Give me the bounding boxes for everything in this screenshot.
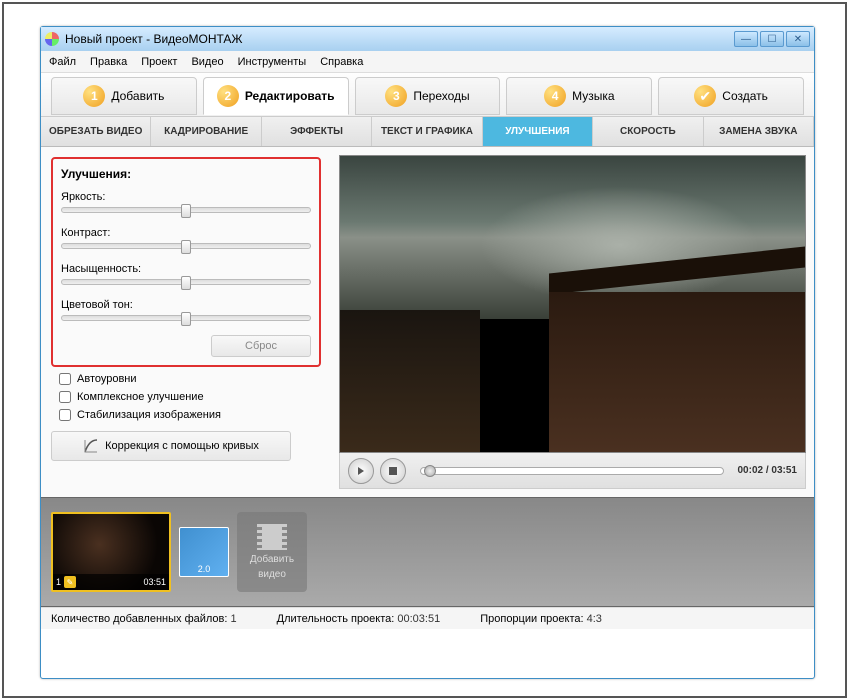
seek-thumb[interactable] <box>424 465 436 477</box>
slider-thumb[interactable] <box>181 312 191 326</box>
player-controls: 00:02 / 03:51 <box>339 453 806 489</box>
menu-video[interactable]: Видео <box>191 56 223 68</box>
add-video-button[interactable]: Добавить видео <box>237 512 307 592</box>
brightness-label: Яркость: <box>61 191 311 203</box>
menu-file[interactable]: Файл <box>49 56 76 68</box>
brightness-slider[interactable] <box>61 207 311 213</box>
autolevels-checkbox[interactable]: Автоуровни <box>51 373 321 385</box>
video-preview[interactable] <box>339 155 806 453</box>
subtab-speed[interactable]: СКОРОСТЬ <box>593 117 703 146</box>
subtab-crop[interactable]: ОБРЕЗАТЬ ВИДЕО <box>41 117 151 146</box>
window-title: Новый проект - ВидеоМОНТАЖ <box>65 32 243 46</box>
play-icon <box>356 466 366 476</box>
saturation-slider[interactable] <box>61 279 311 285</box>
step-transitions[interactable]: 3Переходы <box>355 77 501 115</box>
film-icon <box>257 524 287 550</box>
close-button[interactable]: ✕ <box>786 31 810 47</box>
menubar: Файл Правка Проект Видео Инструменты Спр… <box>41 51 814 73</box>
seek-bar[interactable] <box>420 467 724 475</box>
step-edit[interactable]: 2Редактировать <box>203 77 349 115</box>
curves-button[interactable]: Коррекция с помощью кривых <box>51 431 291 461</box>
subtab-text[interactable]: ТЕКСТ И ГРАФИКА <box>372 117 482 146</box>
subtab-frame[interactable]: КАДРИРОВАНИЕ <box>151 117 261 146</box>
step-music[interactable]: 4Музыка <box>506 77 652 115</box>
saturation-label: Насыщенность: <box>61 263 311 275</box>
timeline-clip[interactable]: 1 ✎ 03:51 <box>51 512 171 592</box>
contrast-slider[interactable] <box>61 243 311 249</box>
transition-tile[interactable]: 2.0 <box>179 527 229 577</box>
preview-area: 00:02 / 03:51 <box>331 147 814 497</box>
enhancement-panel: Улучшения: Яркость: Контраст: Насыщеннос… <box>41 147 331 497</box>
app-window: Новый проект - ВидеоМОНТАЖ — ☐ ✕ Файл Пр… <box>40 26 815 679</box>
menu-tools[interactable]: Инструменты <box>238 56 307 68</box>
menu-edit[interactable]: Правка <box>90 56 127 68</box>
maximize-button[interactable]: ☐ <box>760 31 784 47</box>
stop-icon <box>389 467 397 475</box>
stop-button[interactable] <box>380 458 406 484</box>
app-icon <box>45 32 59 46</box>
play-button[interactable] <box>348 458 374 484</box>
slider-thumb[interactable] <box>181 204 191 218</box>
step-add[interactable]: 1Добавить <box>51 77 197 115</box>
step-create[interactable]: ✔Создать <box>658 77 804 115</box>
timecode: 00:02 / 03:51 <box>738 465 798 476</box>
stabilization-checkbox[interactable]: Стабилизация изображения <box>51 409 321 421</box>
curves-icon <box>83 438 99 454</box>
subtab-audio[interactable]: ЗАМЕНА ЗВУКА <box>704 117 814 146</box>
slider-thumb[interactable] <box>181 276 191 290</box>
statusbar: Количество добавленных файлов: 1 Длитель… <box>41 607 814 629</box>
pencil-icon: ✎ <box>64 576 76 588</box>
hue-label: Цветовой тон: <box>61 299 311 311</box>
menu-help[interactable]: Справка <box>320 56 363 68</box>
complex-checkbox[interactable]: Комплексное улучшение <box>51 391 321 403</box>
menu-project[interactable]: Проект <box>141 56 177 68</box>
reset-button[interactable]: Сброс <box>211 335 311 357</box>
slider-thumb[interactable] <box>181 240 191 254</box>
minimize-button[interactable]: — <box>734 31 758 47</box>
hue-slider[interactable] <box>61 315 311 321</box>
subtab-effects[interactable]: ЭФФЕКТЫ <box>262 117 372 146</box>
timeline[interactable]: 1 ✎ 03:51 2.0 Добавить видео <box>41 497 814 607</box>
step-tabs: 1Добавить 2Редактировать 3Переходы 4Музы… <box>41 73 814 117</box>
subtab-enhance[interactable]: УЛУЧШЕНИЯ <box>483 117 593 146</box>
panel-title: Улучшения: <box>61 167 311 181</box>
contrast-label: Контраст: <box>61 227 311 239</box>
subtab-bar: ОБРЕЗАТЬ ВИДЕО КАДРИРОВАНИЕ ЭФФЕКТЫ ТЕКС… <box>41 117 814 147</box>
titlebar: Новый проект - ВидеоМОНТАЖ — ☐ ✕ <box>41 27 814 51</box>
